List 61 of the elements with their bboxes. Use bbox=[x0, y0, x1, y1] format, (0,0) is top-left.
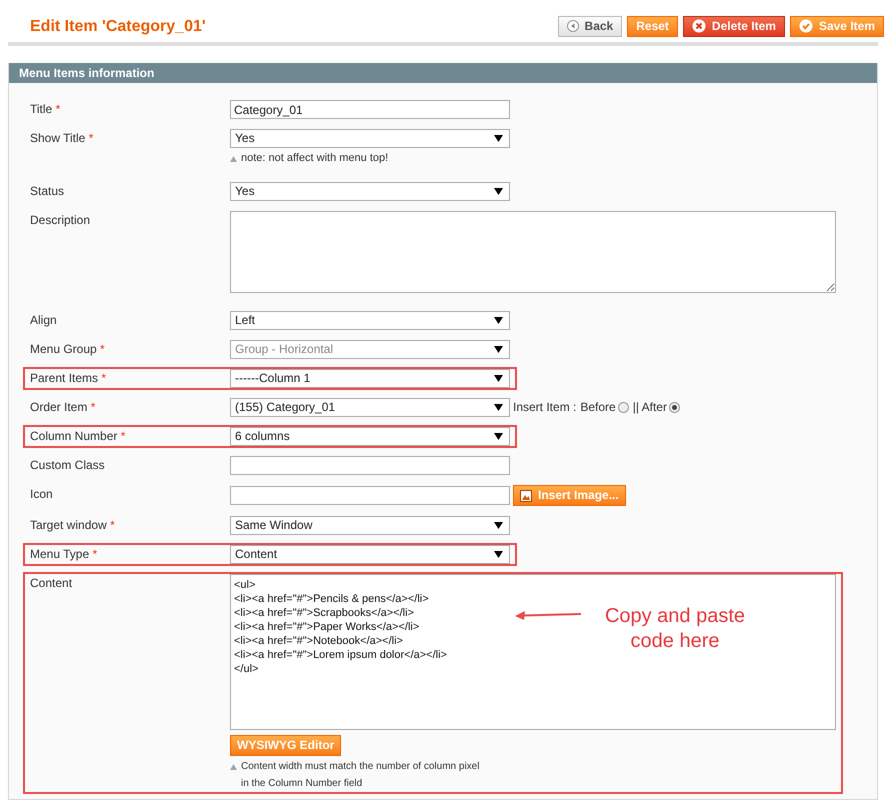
code-line: <li><a href="#">Lorem ipsum dolor</a></li> bbox=[234, 648, 447, 662]
field-label: Target window * bbox=[30, 518, 115, 532]
field-label: Icon bbox=[30, 487, 53, 501]
note-triangle-icon bbox=[230, 156, 237, 162]
back-button[interactable]: Back bbox=[558, 16, 622, 36]
radio-option[interactable]: Before bbox=[580, 400, 629, 415]
radio-button[interactable] bbox=[668, 402, 680, 413]
field-label: Menu Group * bbox=[30, 342, 105, 356]
field-label: Align bbox=[30, 313, 57, 327]
note-triangle-icon bbox=[230, 764, 237, 770]
field-note: Content width must match the number of column pixel bbox=[241, 760, 480, 774]
dropdown-caret-icon bbox=[494, 346, 503, 353]
field-label: Show Title * bbox=[30, 131, 94, 145]
field-label: Title * bbox=[30, 102, 60, 116]
insert-item-label: Insert Item : bbox=[513, 400, 576, 415]
code-line: <ul> bbox=[234, 578, 256, 592]
code-line: </ul> bbox=[234, 662, 258, 676]
dropdown-caret-icon bbox=[494, 433, 503, 440]
select-field[interactable]: Same Window bbox=[230, 516, 510, 535]
field-note: note: not affect with menu top! bbox=[241, 151, 388, 166]
dropdown-caret-icon bbox=[494, 404, 503, 411]
select-field[interactable]: Left bbox=[230, 311, 510, 330]
field-label: Parent Items * bbox=[30, 371, 106, 385]
select-field[interactable]: ------Column 1 bbox=[230, 369, 510, 388]
field-label: Status bbox=[30, 184, 64, 198]
field-label: Column Number * bbox=[30, 429, 126, 443]
radio-button[interactable] bbox=[618, 402, 629, 413]
dropdown-caret-icon bbox=[494, 188, 503, 195]
section-header: Menu Items information bbox=[9, 63, 877, 83]
text-field[interactable]: Category_01 bbox=[230, 100, 510, 119]
delete-button[interactable]: Delete Item bbox=[682, 16, 785, 36]
description-field[interactable] bbox=[230, 211, 836, 293]
select-field[interactable]: Yes bbox=[230, 129, 510, 148]
select-field[interactable]: (155) Category_01 bbox=[230, 398, 510, 417]
annotation-text: Copy and paste code here bbox=[604, 604, 746, 654]
code-line: <li><a href="#">Notebook</a></li> bbox=[234, 634, 403, 648]
field-label: Menu Type * bbox=[30, 547, 98, 561]
dropdown-caret-icon bbox=[494, 375, 503, 382]
field-label: Content bbox=[30, 576, 72, 590]
select-field[interactable]: Content bbox=[230, 545, 510, 564]
radio-option[interactable]: || After bbox=[632, 400, 680, 415]
code-line: <li><a href="#">Pencils & pens</a></li> bbox=[234, 592, 429, 606]
text-field[interactable] bbox=[230, 456, 510, 475]
dropdown-caret-icon bbox=[494, 551, 503, 558]
field-label: Description bbox=[30, 213, 90, 227]
text-field[interactable] bbox=[230, 486, 510, 505]
field-label: Order Item * bbox=[30, 400, 96, 414]
dropdown-caret-icon bbox=[494, 317, 503, 324]
field-note: in the Column Number field bbox=[241, 777, 364, 791]
code-line: <li><a href="#">Paper Works</a></li> bbox=[234, 620, 420, 634]
annotation-arrow-icon bbox=[515, 610, 581, 620]
dropdown-caret-icon bbox=[494, 522, 503, 529]
field-label: Custom Class bbox=[30, 458, 105, 472]
page-title: Edit Item 'Category_01' bbox=[30, 18, 206, 34]
close-icon bbox=[692, 19, 706, 33]
dropdown-caret-icon bbox=[494, 135, 503, 142]
code-line: <li><a href="#">Scrapbooks</a></li> bbox=[234, 606, 414, 620]
select-field[interactable]: Yes bbox=[230, 182, 510, 201]
select-field[interactable]: 6 columns bbox=[230, 427, 510, 446]
image-icon bbox=[520, 490, 532, 502]
check-icon bbox=[798, 19, 813, 33]
